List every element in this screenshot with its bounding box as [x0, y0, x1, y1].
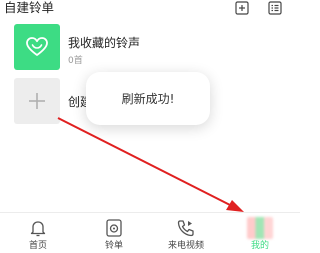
profile-icon	[247, 217, 273, 239]
favorites-title: 我收藏的铃声	[68, 36, 141, 50]
tab-ringtone-list[interactable]: 铃单	[84, 213, 144, 253]
tab-call-video[interactable]: 来电视频	[156, 213, 216, 253]
section-header: 自建铃单	[0, 0, 300, 18]
create-list-cover	[14, 78, 60, 124]
heart-icon	[26, 37, 48, 56]
checklist-icon	[268, 1, 282, 15]
phone-video-icon	[176, 218, 196, 238]
tab-home[interactable]: 首页	[8, 213, 68, 253]
add-ringtone-list-button[interactable]	[234, 0, 250, 16]
tab-call-video-label: 来电视频	[167, 241, 204, 251]
toast-popup: 刷新成功!	[86, 72, 210, 125]
section-title: 自建铃单	[4, 0, 55, 15]
favorites-cover	[14, 24, 60, 70]
bell-icon	[28, 218, 48, 238]
tab-mine-label: 我的	[250, 241, 269, 251]
toast-message: 刷新成功!	[121, 92, 175, 106]
manage-lists-button[interactable]	[267, 0, 283, 16]
tab-home-label: 首页	[28, 241, 47, 251]
create-list-title: 创建	[68, 95, 88, 109]
plus-icon	[29, 93, 45, 109]
tab-mine[interactable]: 我的	[230, 213, 290, 253]
favorites-list-item[interactable]: 我收藏的铃声 0首	[14, 24, 294, 72]
music-disc-icon	[104, 218, 124, 238]
favorites-count: 0首	[68, 56, 83, 66]
bottom-tab-bar: 首页 铃单 来电视频 我的	[0, 212, 300, 253]
tab-ringtone-label: 铃单	[104, 241, 123, 251]
plus-square-icon	[235, 1, 249, 15]
